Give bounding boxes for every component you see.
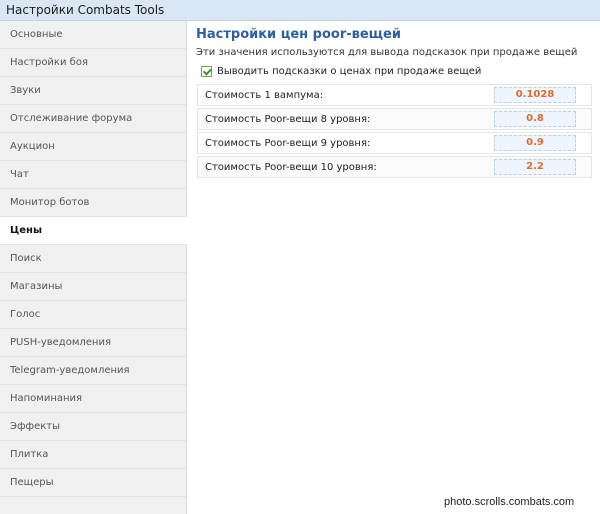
price-label: Стоимость Poor-вещи 8 уровня: — [205, 114, 371, 125]
show-hints-checkbox[interactable] — [201, 66, 212, 77]
price-row-poor-level-8: Стоимость Poor-вещи 8 уровня: 0.8 — [197, 108, 592, 130]
sidebar-item-main[interactable]: Основные — [0, 21, 186, 49]
sidebar-item-prices[interactable]: Цены — [0, 217, 187, 245]
sidebar: Основные Настройки боя Звуки Отслеживани… — [0, 21, 187, 514]
price-label: Стоимость 1 вампума: — [205, 90, 324, 101]
sidebar-item-voice[interactable]: Голос — [0, 301, 186, 329]
show-hints-label: Выводить подсказки о ценах при продаже в… — [217, 66, 482, 77]
sidebar-item-auction[interactable]: Аукцион — [0, 133, 186, 161]
price-label: Стоимость Poor-вещи 9 уровня: — [205, 138, 371, 149]
page-description: Эти значения используются для вывода под… — [196, 47, 578, 58]
poor-level-9-price-input[interactable]: 0.9 — [494, 135, 576, 151]
sidebar-item-chat[interactable]: Чат — [0, 161, 186, 189]
sidebar-item-reminders[interactable]: Напоминания — [0, 385, 186, 413]
price-row-vampum: Стоимость 1 вампума: 0.1028 — [197, 84, 592, 106]
sidebar-item-effects[interactable]: Эффекты — [0, 413, 186, 441]
title-bar: Настройки Combats Tools — [0, 0, 600, 21]
sidebar-item-battle-settings[interactable]: Настройки боя — [0, 49, 186, 77]
watermark: photo.scrolls.combats.com — [444, 496, 575, 508]
sidebar-item-caves[interactable]: Пещеры — [0, 469, 186, 497]
price-label: Стоимость Poor-вещи 10 уровня: — [205, 162, 377, 173]
sidebar-item-bot-monitor[interactable]: Монитор ботов — [0, 189, 186, 217]
sidebar-item-tiles[interactable]: Плитка — [0, 441, 186, 469]
sidebar-item-telegram-notifications[interactable]: Telegram-уведомления — [0, 357, 186, 385]
poor-level-8-price-input[interactable]: 0.8 — [494, 111, 576, 127]
sidebar-item-push-notifications[interactable]: PUSH-уведомления — [0, 329, 186, 357]
page-title: Настройки цен poor-вещей — [196, 27, 401, 42]
window-title: Настройки Combats Tools — [6, 3, 165, 17]
price-row-poor-level-10: Стоимость Poor-вещи 10 уровня: 2.2 — [197, 156, 592, 178]
sidebar-item-search[interactable]: Поиск — [0, 245, 186, 273]
sidebar-item-shops[interactable]: Магазины — [0, 273, 186, 301]
price-row-poor-level-9: Стоимость Poor-вещи 9 уровня: 0.9 — [197, 132, 592, 154]
poor-level-10-price-input[interactable]: 2.2 — [494, 159, 576, 175]
main-panel: Настройки цен poor-вещей Эти значения ис… — [187, 21, 600, 514]
vampum-price-input[interactable]: 0.1028 — [494, 87, 576, 103]
sidebar-item-forum-tracking[interactable]: Отслеживание форума — [0, 105, 186, 133]
sidebar-item-sounds[interactable]: Звуки — [0, 77, 186, 105]
